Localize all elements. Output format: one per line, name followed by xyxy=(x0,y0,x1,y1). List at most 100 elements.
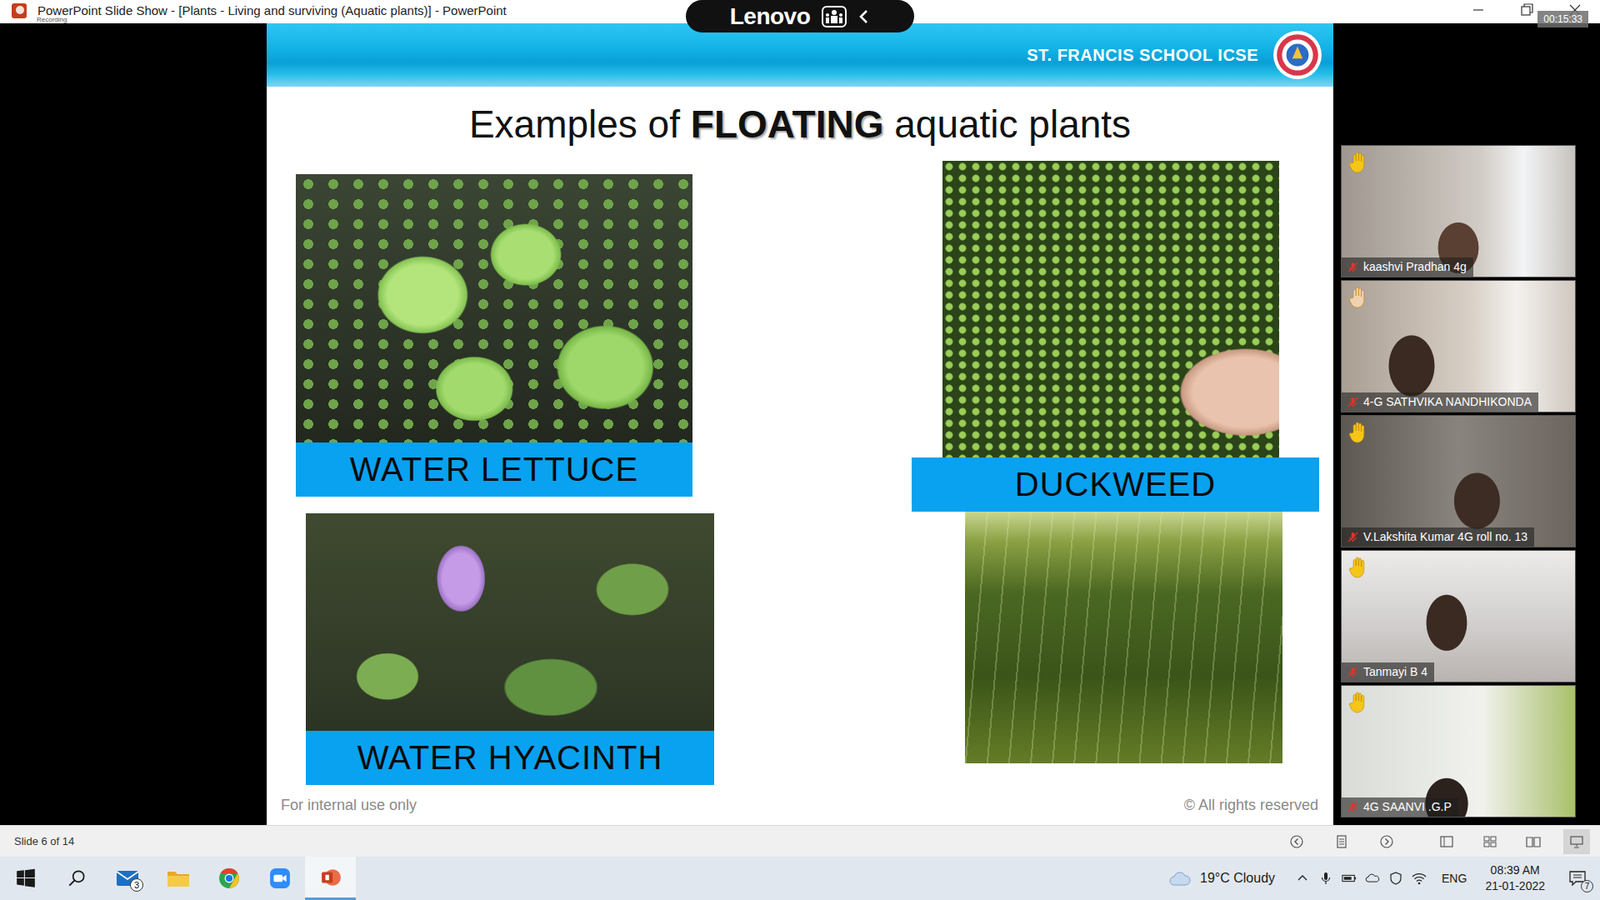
participant-tile[interactable]: 4-G SATHVIKA NANDHIKONDA xyxy=(1340,280,1576,413)
participant-name: kaashvi Pradhan 4g xyxy=(1363,259,1467,275)
taskbar-app[interactable] xyxy=(203,856,255,900)
main-area: ST. FRANCIS SCHOOL ICSE Examples of FLOAT… xyxy=(0,23,1600,825)
footer-left: For internal use only xyxy=(280,796,417,815)
brand-pill[interactable]: Lenovo xyxy=(685,0,915,33)
plant-photo xyxy=(965,511,1283,764)
chrome-icon xyxy=(217,867,241,890)
muted-mic-icon xyxy=(1346,665,1360,679)
title-part: Examples of xyxy=(469,101,691,147)
footer-right: © All rights reserved xyxy=(1184,796,1319,815)
security-icon[interactable] xyxy=(1388,871,1404,885)
muted-mic-icon xyxy=(1346,800,1360,814)
chevron-up-icon[interactable] xyxy=(1295,871,1310,885)
participant-tile[interactable]: Tanmayi B 4 xyxy=(1340,550,1576,683)
raised-hand-icon xyxy=(1348,285,1369,310)
participant-name-bar: 4-G SATHVIKA NANDHIKONDA xyxy=(1341,392,1539,412)
view-button[interactable] xyxy=(1433,829,1460,855)
microphone-icon[interactable] xyxy=(1318,871,1334,885)
folder-icon xyxy=(166,867,190,890)
language-indicator[interactable]: ENG xyxy=(1441,871,1467,885)
plant-label: DUCKWEED xyxy=(911,457,1320,512)
right-column: DUCKWEED xyxy=(911,160,1320,785)
taskbar-app[interactable]: 3 xyxy=(101,856,153,900)
start-button[interactable] xyxy=(0,856,51,900)
muted-mic-icon xyxy=(1346,530,1360,544)
taskbar-app[interactable] xyxy=(152,856,204,900)
notes-icon[interactable] xyxy=(1333,833,1350,850)
participant-name: 4-G SATHVIKA NANDHIKONDA xyxy=(1363,394,1532,410)
view-switcher xyxy=(1433,829,1590,855)
reading-view-icon xyxy=(1525,833,1542,850)
next-icon[interactable] xyxy=(1378,833,1395,850)
previous-icon[interactable] xyxy=(1288,833,1305,850)
raised-hand-icon xyxy=(1348,555,1369,580)
plant-figure: WATER LETTUCE xyxy=(295,174,693,497)
clock-date: 21-01-2022 xyxy=(1485,878,1545,895)
recording-timer: 00:15:33 xyxy=(1537,10,1589,28)
participant-tile[interactable]: kaashvi Pradhan 4g xyxy=(1340,145,1576,278)
participant-name: Tanmayi B 4 xyxy=(1363,664,1428,680)
plant-figure: WATER HYACINTH xyxy=(305,513,715,785)
recording-label: Recording xyxy=(36,15,67,24)
plant-figure: DUCKWEED xyxy=(911,160,1320,512)
onedrive-icon[interactable] xyxy=(1365,871,1380,885)
title-bar: PowerPoint Slide Show - [Plants - Living… xyxy=(0,0,1600,24)
plant-photo xyxy=(942,160,1280,458)
weather-cloud-icon xyxy=(1168,870,1192,887)
title-part: FLOATING xyxy=(690,101,885,147)
participant-panel: kaashvi Pradhan 4g 4-G SATHVIKA NANDHIKON… xyxy=(1333,23,1600,825)
slide-navigation xyxy=(1288,833,1395,850)
raised-hand-icon xyxy=(1348,690,1369,715)
participant-name: V.Lakshita Kumar 4G roll no. 13 xyxy=(1363,529,1528,545)
view-button[interactable] xyxy=(1520,829,1547,855)
letterbox xyxy=(0,23,267,825)
title-part: aquatic plants xyxy=(883,101,1131,147)
slide-sorter-icon xyxy=(1481,833,1499,850)
view-button[interactable] xyxy=(1563,829,1590,855)
muted-mic-icon xyxy=(1346,395,1360,409)
minimize-icon[interactable] xyxy=(1470,1,1487,19)
slide-header: ST. FRANCIS SCHOOL ICSE xyxy=(266,23,1334,87)
brand-label: Lenovo xyxy=(730,2,811,31)
plant-label: WATER HYACINTH xyxy=(305,730,715,785)
search-icon xyxy=(65,867,89,890)
windows-icon xyxy=(14,867,38,890)
screen: PowerPoint Slide Show - [Plants - Living… xyxy=(0,0,1600,900)
participant-tile[interactable]: V.Lakshita Kumar 4G roll no. 13 xyxy=(1340,415,1576,548)
weather[interactable]: 19°C Cloudy xyxy=(1200,870,1275,886)
left-column: WATER LETTUCE WATER HYACINTH xyxy=(266,160,715,785)
slide-body: WATER LETTUCE WATER HYACINTH DUCKWEED xyxy=(266,160,1334,785)
plant-label: WATER LETTUCE xyxy=(295,442,693,497)
taskbar: 3 19°C Cloudy ENG 08:39 AM21-01-2022 7 xyxy=(0,856,1600,900)
normal-view-icon xyxy=(1438,833,1455,850)
muted-mic-icon xyxy=(1346,260,1360,274)
chevron-left-icon[interactable] xyxy=(858,8,870,25)
powerpoint-icon xyxy=(10,2,28,20)
clock[interactable]: 08:39 AM21-01-2022 xyxy=(1485,862,1545,895)
app-badge: 3 xyxy=(130,878,144,892)
participant-name-bar: kaashvi Pradhan 4g xyxy=(1341,257,1474,277)
participant-tile[interactable]: 4G SAANVI .G.P xyxy=(1340,685,1576,818)
taskbar-app[interactable] xyxy=(305,856,356,900)
search-button[interactable] xyxy=(50,856,102,900)
plant-photo xyxy=(305,513,715,731)
wifi-icon[interactable] xyxy=(1411,871,1427,885)
window-title: PowerPoint Slide Show - [Plants - Living… xyxy=(37,3,507,19)
participant-name-bar: Tanmayi B 4 xyxy=(1341,662,1435,682)
slide-footer: For internal use only © All rights reserv… xyxy=(266,785,1334,825)
raised-hand-icon xyxy=(1348,420,1369,445)
participant-name-bar: V.Lakshita Kumar 4G roll no. 13 xyxy=(1341,527,1535,547)
system-tray: 19°C Cloudy ENG 08:39 AM21-01-2022 7 xyxy=(1168,856,1600,900)
status-bar: Slide 6 of 14 xyxy=(0,825,1600,857)
battery-icon[interactable] xyxy=(1341,871,1357,885)
school-name: ST. FRANCIS SCHOOL ICSE xyxy=(1026,45,1259,65)
restore-icon[interactable] xyxy=(1518,1,1535,19)
view-button[interactable] xyxy=(1476,829,1504,855)
plant-photo xyxy=(295,174,693,443)
taskbar-app[interactable] xyxy=(254,856,305,900)
slide-title: Examples of FLOATING aquatic plants xyxy=(266,86,1334,161)
notification-button[interactable]: 7 xyxy=(1565,865,1590,891)
powerpoint-icon xyxy=(319,866,343,889)
people-icon[interactable] xyxy=(821,5,847,28)
slide-counter: Slide 6 of 14 xyxy=(0,835,75,848)
